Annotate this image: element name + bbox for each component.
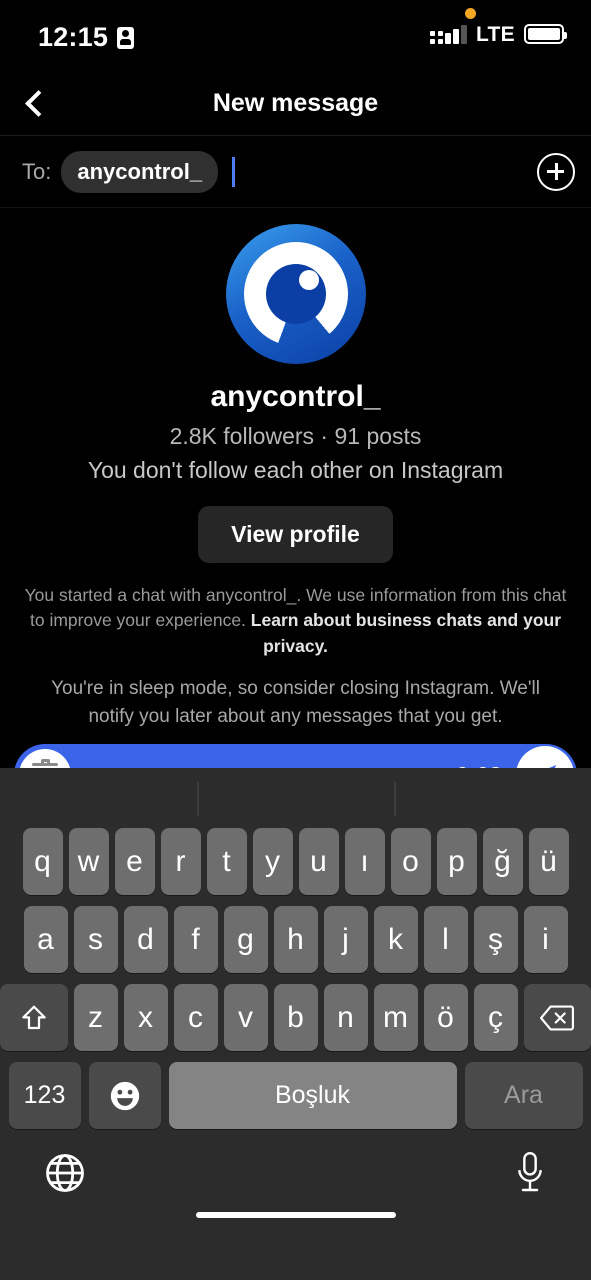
status-bar-left: 12:15 (38, 22, 135, 53)
key-j[interactable]: j (323, 906, 368, 973)
suggestion-divider (394, 782, 396, 816)
profile-stats: 2.8K followers · 91 posts (169, 423, 422, 449)
keyboard-row-1: qwertyuıopğü (0, 828, 591, 895)
suggestion-divider (197, 782, 199, 816)
network-label: LTE (475, 23, 515, 46)
page-title: New message (212, 88, 379, 117)
home-indicator-bar (195, 1212, 396, 1218)
key-s[interactable]: s (73, 906, 118, 973)
key-k[interactable]: k (373, 906, 418, 973)
key-a[interactable]: a (23, 906, 68, 973)
key-g[interactable]: g (223, 906, 268, 973)
key-ü[interactable]: ü (528, 828, 569, 895)
key-ö[interactable]: ö (423, 984, 468, 1051)
battery-full-icon (524, 24, 567, 44)
view-profile-button[interactable]: View profile (198, 506, 393, 563)
phone-screen: 12:15 LTE New message To: anycontrol_ an… (0, 0, 591, 1280)
backspace-icon (540, 1004, 575, 1031)
profile-relationship: You don't follow each other on Instagram (87, 457, 504, 483)
status-bar: 12:15 LTE (0, 0, 591, 70)
key-f[interactable]: f (173, 906, 218, 973)
key-z[interactable]: z (73, 984, 118, 1051)
key-r[interactable]: r (160, 828, 201, 895)
globe-icon[interactable] (44, 1152, 86, 1194)
key-c[interactable]: c (173, 984, 218, 1051)
signal-bars-icon (429, 25, 467, 44)
key-i[interactable]: i (523, 906, 568, 973)
back-button[interactable] (8, 70, 64, 136)
emoji-key[interactable] (88, 1062, 161, 1129)
key-l[interactable]: l (423, 906, 468, 973)
key-q[interactable]: q (22, 828, 63, 895)
profile-username: anycontrol_ (210, 380, 381, 413)
back-chevron-icon (25, 89, 52, 117)
profile-block: anycontrol_ 2.8K followers · 91 posts Yo… (0, 208, 591, 563)
key-d[interactable]: d (123, 906, 168, 973)
emoji-smiley-icon (110, 1081, 139, 1110)
key-y[interactable]: y (252, 828, 293, 895)
numbers-key[interactable]: 123 (8, 1062, 81, 1129)
recipient-row[interactable]: To: anycontrol_ (0, 136, 591, 208)
recipient-chip[interactable]: anycontrol_ (61, 150, 219, 193)
add-recipient-button[interactable] (537, 152, 575, 191)
key-e[interactable]: e (114, 828, 155, 895)
status-bar-right: LTE (429, 23, 567, 46)
return-key[interactable]: Ara (464, 1062, 583, 1129)
suggestion-bar[interactable] (0, 768, 591, 828)
key-m[interactable]: m (373, 984, 418, 1051)
eye-logo-highlight (298, 270, 319, 290)
key-t[interactable]: t (206, 828, 247, 895)
app-header: New message (0, 70, 591, 136)
key-o[interactable]: o (390, 828, 431, 895)
keyboard: qwertyuıopğü asdfghjklşi zxcvbnmöç 123 B… (0, 768, 591, 1280)
id-card-icon (117, 26, 135, 49)
text-cursor (232, 156, 236, 187)
key-n[interactable]: n (323, 984, 368, 1051)
keyboard-row-4: 123 Boşluk Ara (0, 1062, 591, 1129)
microphone-icon[interactable] (513, 1150, 547, 1196)
key-w[interactable]: w (68, 828, 109, 895)
key-p[interactable]: p (436, 828, 477, 895)
microphone-in-use-dot-icon (465, 8, 476, 19)
key-ş[interactable]: ş (473, 906, 518, 973)
eye-logo-ring (243, 242, 348, 346)
key-x[interactable]: x (123, 984, 168, 1051)
keyboard-row-2: asdfghjklşi (0, 906, 591, 973)
shift-arrow-icon (22, 1005, 46, 1029)
sleep-mode-notice: You're in sleep mode, so consider closin… (51, 678, 540, 727)
key-u[interactable]: u (298, 828, 339, 895)
backspace-key[interactable] (523, 984, 591, 1051)
avatar[interactable] (225, 224, 366, 364)
key-ç[interactable]: ç (473, 984, 518, 1051)
to-label: To: (22, 158, 52, 184)
business-chat-notice: You started a chat with anycontrol_. We … (0, 563, 591, 659)
status-time: 12:15 (38, 22, 109, 52)
space-key[interactable]: Boşluk (168, 1062, 457, 1129)
key-ğ[interactable]: ğ (482, 828, 523, 895)
shift-key[interactable] (0, 984, 68, 1051)
key-v[interactable]: v (223, 984, 268, 1051)
key-ı[interactable]: ı (344, 828, 385, 895)
privacy-policy-link[interactable]: Learn about business chats and your priv… (251, 610, 561, 655)
key-h[interactable]: h (273, 906, 318, 973)
keyboard-bottom-bar (0, 1140, 591, 1232)
key-b[interactable]: b (273, 984, 318, 1051)
keyboard-row-3: zxcvbnmöç (0, 984, 591, 1051)
